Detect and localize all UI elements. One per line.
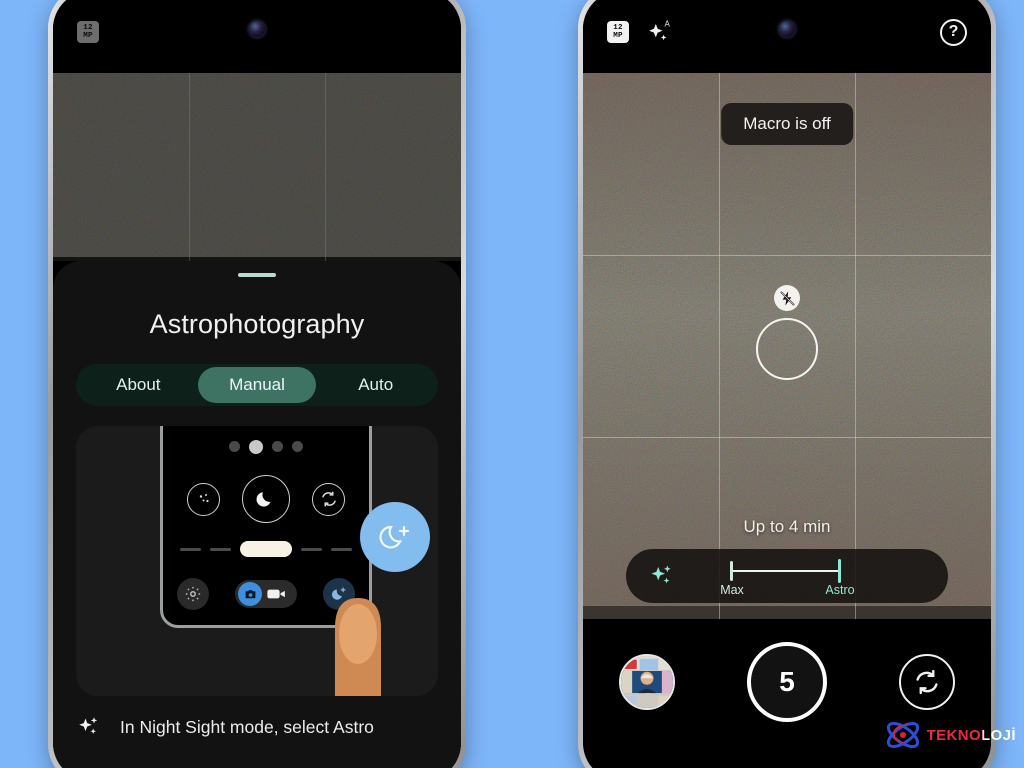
slider-tick-astro[interactable] — [838, 559, 841, 583]
flash-off-icon[interactable] — [774, 285, 800, 311]
astrophotography-sheet: Astrophotography About Manual Auto In Ni… — [53, 261, 461, 768]
exposure-slider-track-area[interactable]: Max Astro — [686, 549, 930, 603]
flip-camera-button[interactable] — [899, 654, 955, 710]
carousel-dot-active — [249, 439, 263, 454]
right-viewfinder[interactable]: Macro is off Up to 4 min Max Astro — [583, 73, 991, 619]
front-camera-punch-hole — [779, 21, 795, 37]
astro-moon-plus-icon[interactable] — [360, 502, 430, 572]
caption-text: In Night Sight mode, select Astro — [120, 716, 374, 737]
tab-about[interactable]: About — [79, 367, 198, 403]
exposure-control: Up to 4 min Max Astro — [583, 517, 991, 603]
megapixel-badge[interactable]: 12 MP — [607, 21, 629, 43]
page-title: Astrophotography — [149, 309, 365, 339]
exposure-duration-label: Up to 4 min — [743, 517, 831, 536]
mp-unit: MP — [83, 32, 93, 40]
help-icon[interactable]: ? — [940, 18, 967, 46]
site-watermark: TEKNOLOJİ — [883, 718, 1016, 752]
mp-value: 12 — [83, 24, 93, 32]
svg-text:A: A — [665, 20, 671, 29]
viewfinder-noise — [53, 73, 461, 257]
sparkle-icon — [651, 565, 671, 584]
left-phone-device: 12 MP Astrophotography About Manual Auto — [48, 0, 466, 768]
right-phone-screen: Macro is off Up to 4 min Max Astro 12 MP… — [583, 0, 991, 768]
flip-camera-icon — [312, 482, 345, 516]
illustration-mode-slider — [163, 541, 369, 557]
focus-ring[interactable] — [756, 318, 818, 380]
mp-unit: MP — [613, 32, 623, 40]
status-toast: Macro is off — [721, 103, 853, 145]
mp-value: 12 — [613, 24, 623, 32]
photo-video-toggle — [235, 580, 297, 608]
carousel-dot — [272, 441, 283, 452]
sparkle-auto-icon[interactable]: A — [647, 19, 673, 45]
watermark-text: TEKNOLOJİ — [926, 726, 1016, 744]
photo-mode-icon — [238, 582, 262, 606]
slider-track — [730, 570, 838, 572]
exposure-slider-pill[interactable]: Max Astro — [626, 549, 948, 603]
carousel-dot — [229, 441, 240, 452]
avatar — [621, 656, 673, 708]
mode-tabs: About Manual Auto — [76, 364, 438, 406]
megapixel-badge[interactable]: 12 MP — [77, 21, 99, 43]
carousel-dot — [292, 441, 303, 452]
tab-manual[interactable]: Manual — [197, 367, 317, 403]
tutorial-caption: In Night Sight mode, select Astro — [76, 714, 438, 740]
slider-label-astro: Astro — [825, 583, 855, 597]
slider-label-max: Max — [720, 583, 744, 597]
sheet-drag-handle[interactable] — [238, 273, 276, 277]
screenshot-root: 12 MP Astrophotography About Manual Auto — [0, 0, 1024, 768]
atom-logo-icon — [886, 721, 919, 749]
front-camera-punch-hole — [249, 21, 265, 37]
carousel-dots — [163, 439, 369, 454]
gear-icon — [177, 578, 209, 610]
finger-tap-pointer — [335, 598, 381, 696]
illustration-mode-icons — [163, 475, 369, 523]
tab-auto[interactable]: Auto — [316, 367, 435, 403]
stars-icon — [187, 482, 220, 516]
left-phone-screen: 12 MP Astrophotography About Manual Auto — [53, 0, 461, 768]
slider-tick-max[interactable] — [730, 561, 733, 581]
gallery-thumbnail-button[interactable] — [619, 654, 675, 710]
left-viewfinder[interactable] — [53, 73, 461, 261]
tutorial-illustration — [76, 426, 438, 696]
sparkle-icon — [79, 717, 98, 734]
right-phone-device: Macro is off Up to 4 min Max Astro 12 MP… — [578, 0, 996, 768]
moon-icon — [242, 475, 290, 523]
shutter-button[interactable]: 5 — [747, 642, 827, 722]
video-mode-icon — [267, 589, 285, 599]
slider-selected-pill — [240, 541, 292, 557]
